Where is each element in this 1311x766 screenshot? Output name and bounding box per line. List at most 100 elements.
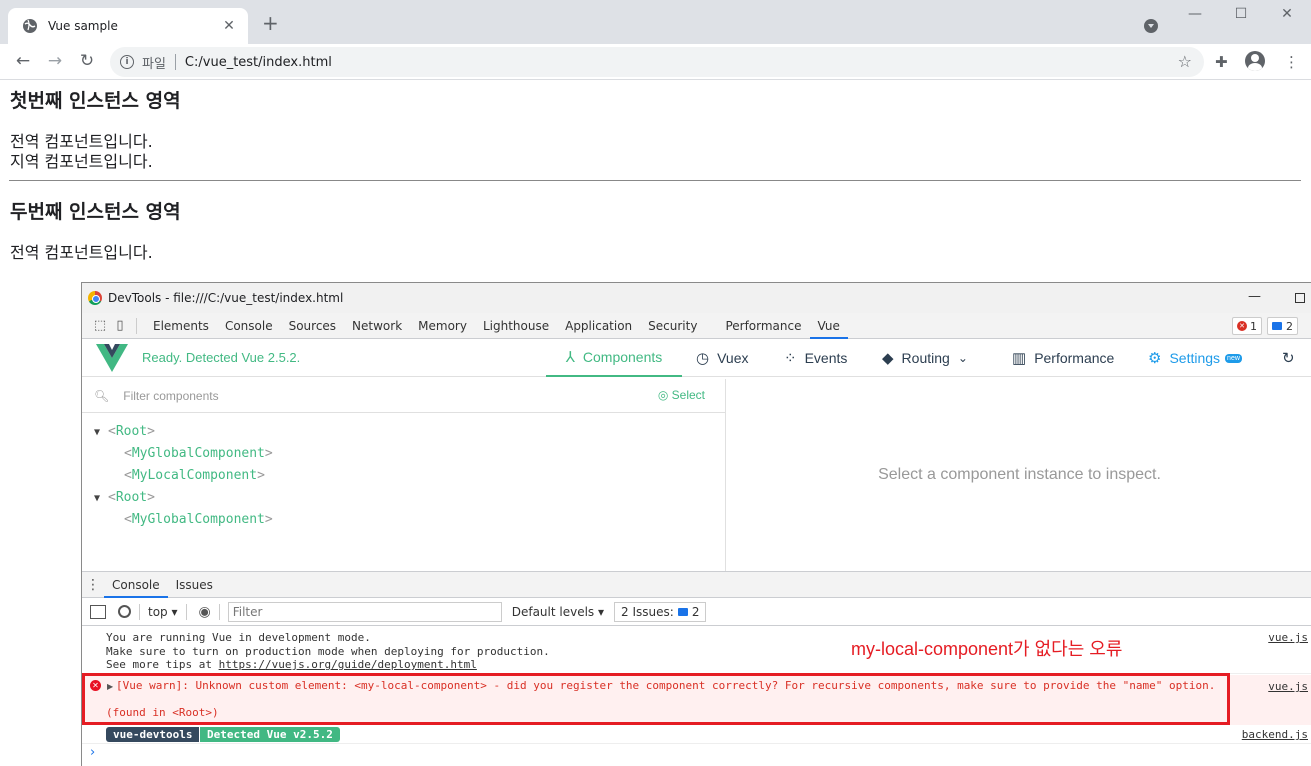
device-toolbar-icon[interactable]: ▯ bbox=[112, 318, 128, 334]
nav-settings[interactable]: ⚙ Settings new bbox=[1148, 339, 1242, 377]
log-message: You are running Vue in development mode.… bbox=[106, 631, 550, 671]
deployment-guide-link[interactable]: https://vuejs.org/guide/deployment.html bbox=[219, 658, 477, 671]
events-dots-icon: ⁘ bbox=[784, 350, 797, 367]
close-window-icon[interactable]: ✕ bbox=[1272, 6, 1302, 22]
address-bar[interactable]: i 파일 C:/vue_test/index.html ☆ bbox=[110, 47, 1204, 77]
tab-application[interactable]: Application bbox=[557, 313, 640, 339]
extensions-puzzle-icon[interactable]: ✚ bbox=[1215, 53, 1228, 71]
close-tab-icon[interactable]: ✕ bbox=[220, 18, 238, 34]
minimize-icon[interactable]: — bbox=[1248, 289, 1261, 304]
nav-performance[interactable]: ▥ Performance bbox=[1012, 339, 1114, 377]
expand-triangle-icon[interactable]: ▼ bbox=[94, 422, 108, 444]
performance-chart-icon: ▥ bbox=[1012, 350, 1027, 367]
tab-security[interactable]: Security bbox=[640, 313, 705, 339]
routing-diamond-icon: ◆ bbox=[882, 350, 894, 367]
console-drawer-tabs: ⋮ Console Issues bbox=[82, 571, 1311, 598]
forward-arrow-icon[interactable]: → bbox=[44, 52, 66, 70]
message-count: 2 bbox=[1286, 319, 1293, 333]
chrome-logo-icon bbox=[88, 291, 102, 305]
log-source-link[interactable]: vue.js bbox=[1268, 631, 1308, 644]
expand-triangle-icon[interactable]: ▼ bbox=[94, 488, 108, 510]
divider-line bbox=[9, 180, 1301, 181]
context-select[interactable]: top ▾ bbox=[148, 605, 178, 619]
tree-node[interactable]: ▼ <Root> bbox=[82, 421, 725, 443]
log-levels-select[interactable]: Default levels ▾ bbox=[512, 605, 604, 619]
tab-title: Vue sample bbox=[48, 19, 118, 33]
divider bbox=[185, 603, 187, 620]
console-log-info: You are running Vue in development mode.… bbox=[82, 626, 1311, 674]
tab-console[interactable]: Console bbox=[217, 313, 281, 339]
scheme-label: 파일 bbox=[142, 56, 166, 72]
refresh-icon[interactable]: ↻ bbox=[1282, 339, 1303, 377]
clear-console-icon[interactable] bbox=[118, 605, 131, 618]
inspect-element-icon[interactable]: ⬚ bbox=[92, 318, 108, 334]
nav-routing[interactable]: ◆ Routing ⌄ bbox=[882, 339, 968, 377]
tab-elements[interactable]: Elements bbox=[145, 313, 217, 339]
tab-sources[interactable]: Sources bbox=[281, 313, 344, 339]
components-tree-icon: ⅄ bbox=[565, 349, 575, 366]
issues-button[interactable]: 2 Issues: 2 bbox=[614, 601, 707, 622]
component-tree-panel: 🔍︎ Filter components ◎ Select ▼ <Root> <M… bbox=[82, 379, 726, 571]
tab-performance[interactable]: Performance bbox=[717, 313, 809, 339]
nav-vuex[interactable]: ◷ Vuex bbox=[696, 339, 748, 377]
tree-node[interactable]: ▼ <Root> bbox=[82, 487, 725, 509]
back-arrow-icon[interactable]: ← bbox=[12, 52, 34, 70]
error-count-badge[interactable]: ✕ 1 bbox=[1232, 317, 1262, 335]
reload-icon[interactable]: ↻ bbox=[76, 52, 98, 70]
warning-source-link[interactable]: vue.js bbox=[1268, 680, 1308, 693]
tree-node[interactable]: <MyGlobalComponent> bbox=[82, 509, 725, 531]
globe-icon bbox=[22, 18, 38, 34]
inspect-hint: Select a component instance to inspect. bbox=[878, 466, 1161, 483]
nav-performance-label: Performance bbox=[1034, 350, 1115, 366]
annotation-text: my-local-component가 없다는 오류 bbox=[851, 639, 1123, 659]
eye-icon[interactable]: ◉ bbox=[199, 604, 211, 620]
console-log-devtools: vue-devtools Detected Vue v2.5.2 backend… bbox=[82, 726, 1311, 744]
nav-routing-label: Routing bbox=[901, 350, 950, 366]
filter-components-input[interactable]: Filter components bbox=[123, 389, 218, 403]
console-prompt-icon[interactable]: › bbox=[90, 745, 95, 760]
maximize-icon[interactable] bbox=[1295, 293, 1305, 303]
tree-node[interactable]: <MyLocalComponent> bbox=[82, 465, 725, 487]
maximize-icon[interactable]: ☐ bbox=[1226, 6, 1256, 22]
tab-strip: Vue sample ✕ + — ☐ ✕ bbox=[0, 0, 1311, 44]
new-tab-button[interactable]: + bbox=[262, 13, 279, 33]
info-icon[interactable]: i bbox=[120, 55, 134, 69]
tab-search-icon[interactable] bbox=[1144, 19, 1158, 33]
tab-drawer-issues[interactable]: Issues bbox=[168, 572, 221, 598]
detected-vue-pill: Detected Vue v2.5.2 bbox=[200, 727, 340, 742]
backend-source-link[interactable]: backend.js bbox=[1242, 728, 1308, 741]
filter-components-bar[interactable]: 🔍︎ Filter components ◎ Select bbox=[82, 379, 725, 413]
tab-network[interactable]: Network bbox=[344, 313, 410, 339]
menu-kebab-icon[interactable]: ⋮ bbox=[1284, 53, 1299, 71]
minimize-icon[interactable]: — bbox=[1180, 6, 1210, 22]
tab-drawer-console[interactable]: Console bbox=[104, 572, 168, 598]
tab-lighthouse[interactable]: Lighthouse bbox=[475, 313, 557, 339]
sidebar-toggle-icon[interactable] bbox=[90, 604, 106, 619]
divider bbox=[136, 317, 137, 334]
message-icon bbox=[677, 607, 688, 616]
global-component-text-2: 전역 컴포넌트입니다. bbox=[10, 243, 153, 262]
drawer-menu-kebab-icon[interactable]: ⋮ bbox=[82, 577, 104, 593]
select-component-button[interactable]: ◎ Select bbox=[658, 388, 705, 402]
component-tree: ▼ <Root> <MyGlobalComponent> <MyLocalComp… bbox=[82, 413, 725, 531]
profile-avatar-icon[interactable] bbox=[1245, 51, 1265, 71]
annotation-highlight-box bbox=[82, 673, 1230, 725]
message-count-badge[interactable]: 2 bbox=[1267, 317, 1298, 335]
second-instance-heading: 두번째 인스턴스 영역 bbox=[10, 201, 181, 223]
bookmark-star-icon[interactable]: ☆ bbox=[1178, 52, 1192, 71]
url-text[interactable]: C:/vue_test/index.html bbox=[185, 55, 332, 70]
divider bbox=[174, 54, 176, 70]
browser-toolbar: ← → ↻ i 파일 C:/vue_test/index.html ☆ ✚ ⋮ bbox=[0, 44, 1311, 80]
chevron-down-icon: ⌄ bbox=[957, 351, 968, 365]
devtools-titlebar: DevTools - file:///C:/vue_test/index.htm… bbox=[82, 283, 1311, 313]
nav-events[interactable]: ⁘ Events bbox=[784, 339, 847, 377]
nav-components[interactable]: ⅄ Components bbox=[546, 339, 682, 377]
nav-settings-label: Settings bbox=[1169, 350, 1221, 366]
tree-node[interactable]: <MyGlobalComponent> bbox=[82, 443, 725, 465]
browser-tab[interactable]: Vue sample ✕ bbox=[8, 8, 248, 44]
tab-memory[interactable]: Memory bbox=[410, 313, 475, 339]
history-clock-icon: ◷ bbox=[696, 350, 710, 367]
console-filter-input[interactable]: Filter bbox=[227, 601, 502, 622]
search-icon: 🔍︎ bbox=[94, 388, 110, 403]
tab-vue[interactable]: Vue bbox=[809, 313, 848, 339]
